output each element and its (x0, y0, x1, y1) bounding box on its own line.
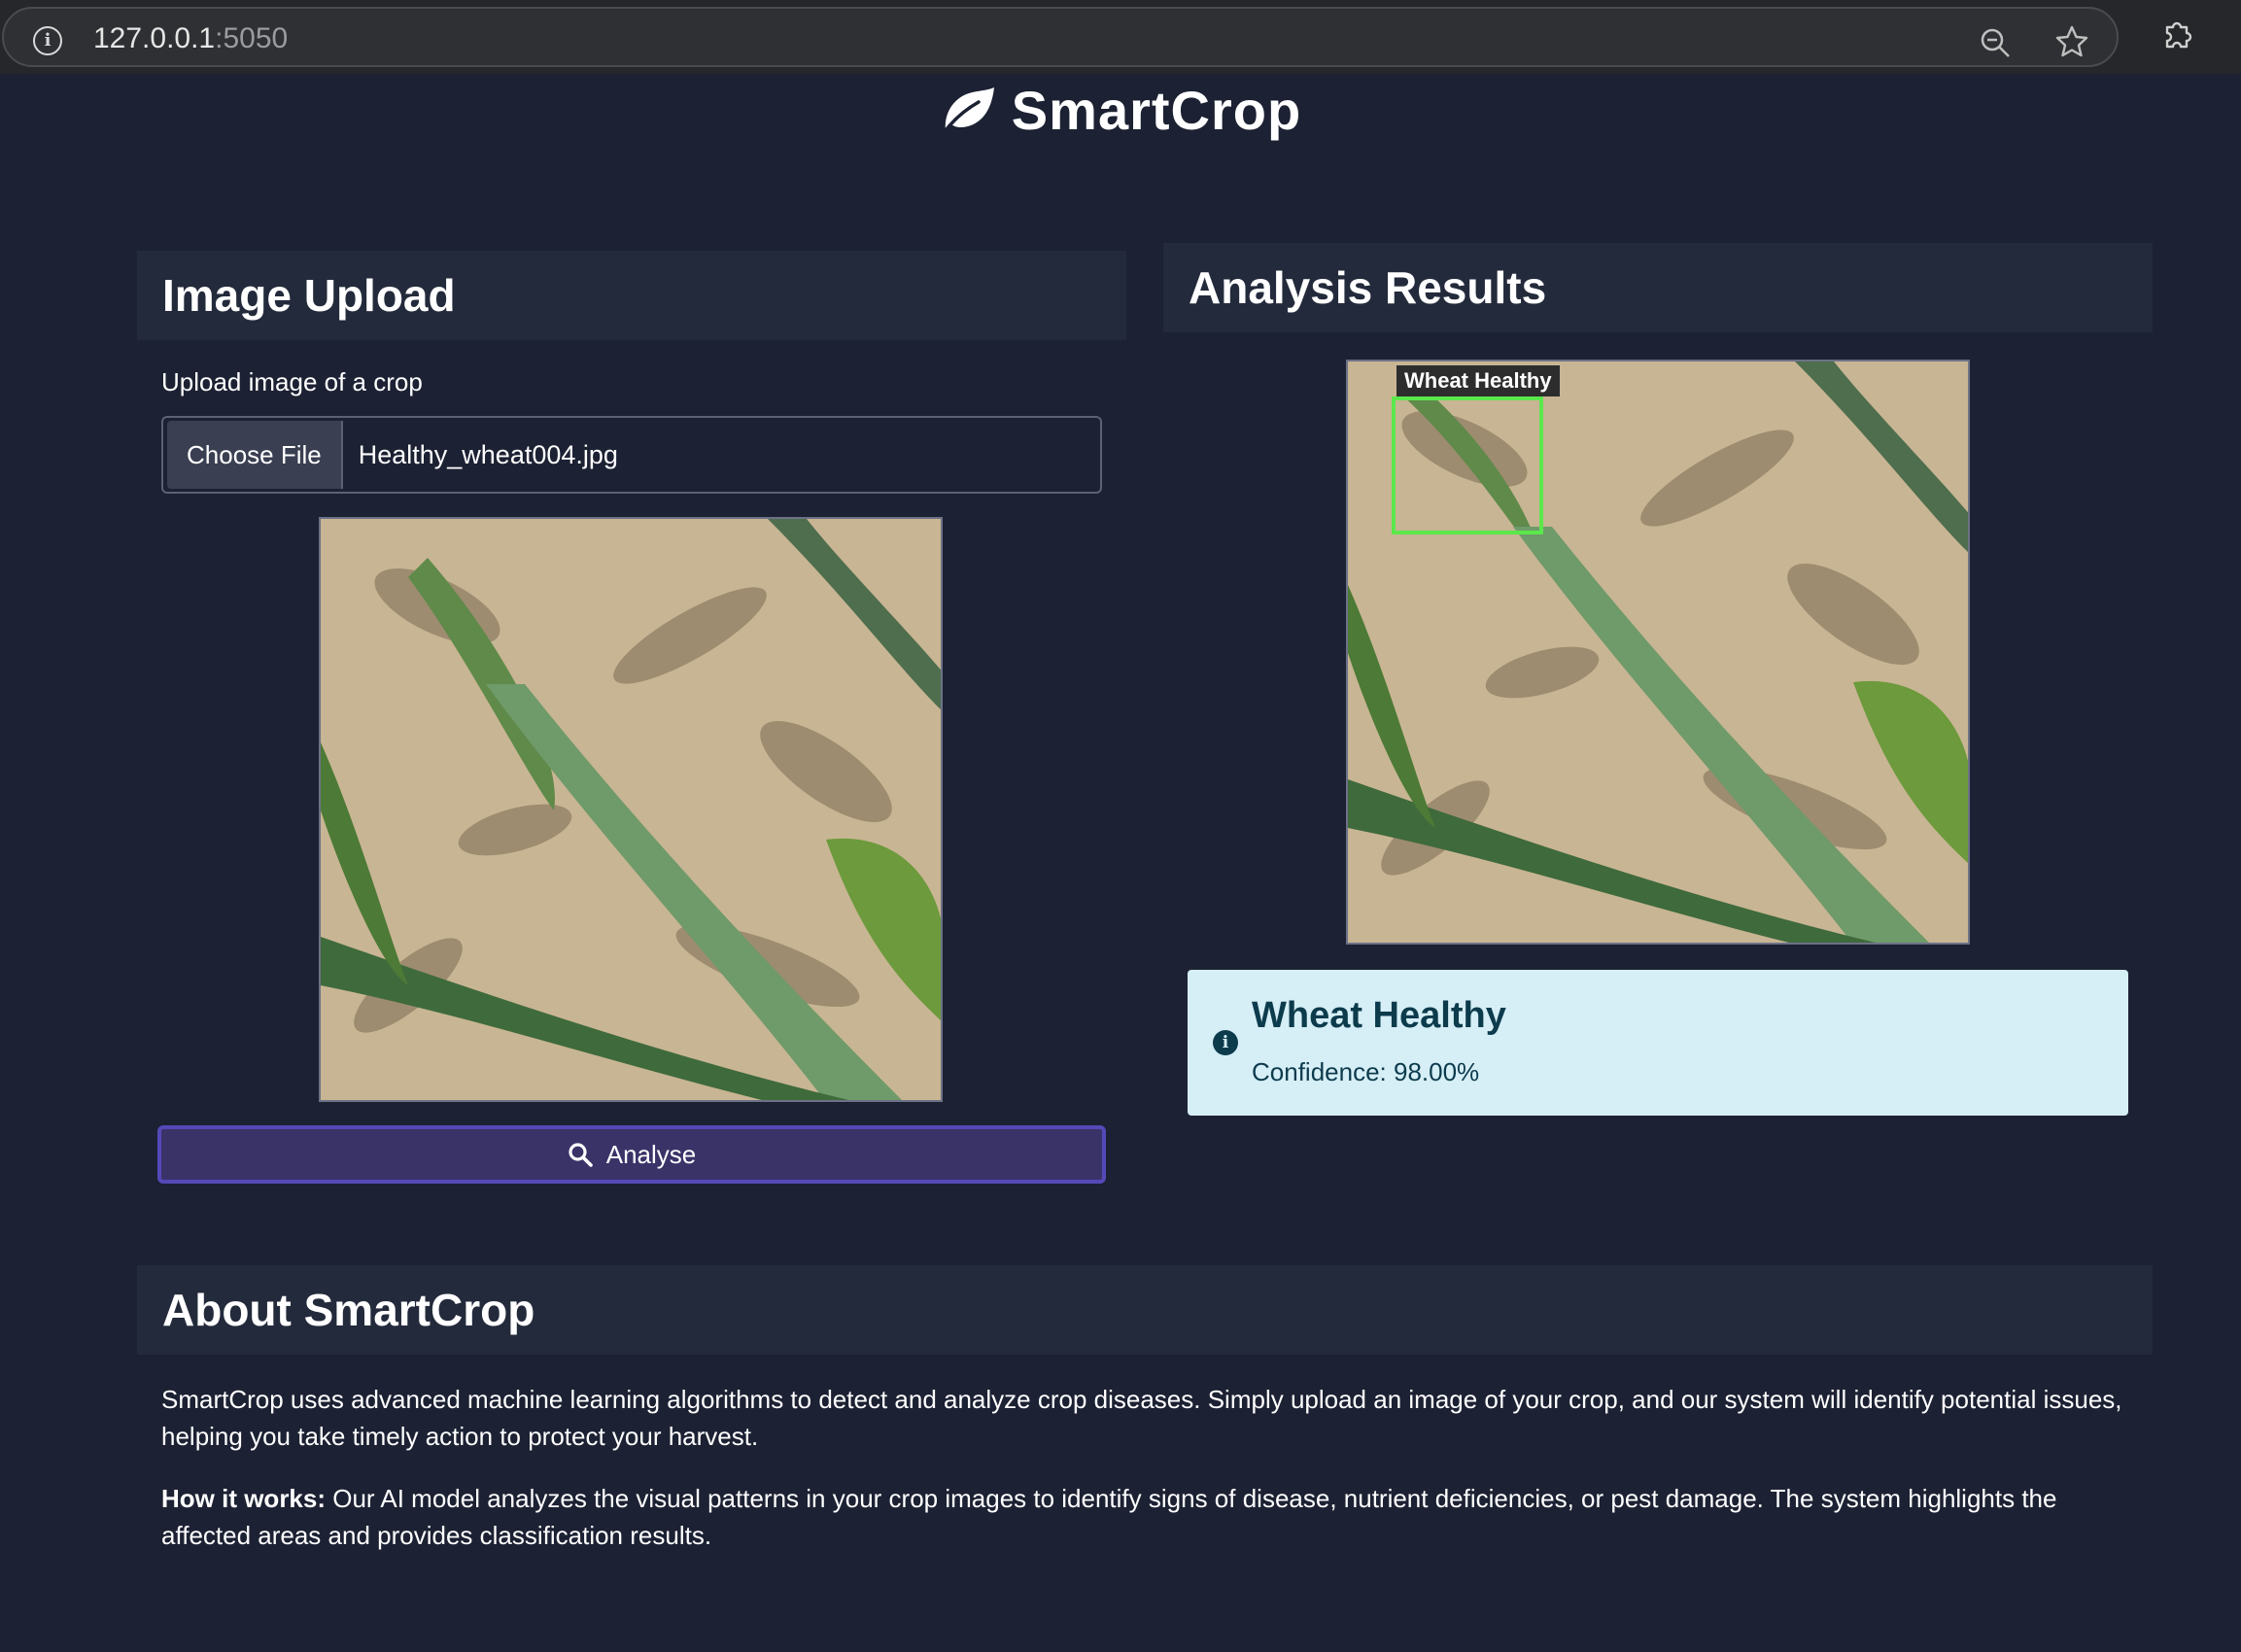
extensions-icon[interactable] (2159, 16, 2194, 51)
results-heading: Analysis Results (1189, 262, 1547, 313)
upload-label: Upload image of a crop (161, 367, 423, 396)
detection-bounding-box (1392, 396, 1543, 534)
upload-card-header: Image Upload (137, 251, 1126, 340)
file-name: Healthy_wheat004.jpg (358, 439, 618, 469)
about-heading: About SmartCrop (162, 1285, 535, 1335)
how-it-works-label: How it works: (161, 1484, 327, 1513)
file-input[interactable]: Choose File Healthy_wheat004.jpg (161, 416, 1102, 494)
url-text[interactable]: 127.0.0.1:5050 (93, 22, 288, 55)
leaf-icon (942, 87, 994, 135)
zoom-out-icon[interactable] (1979, 26, 2012, 59)
result-prediction: Wheat Healthy (1252, 995, 1506, 1036)
choose-file-button[interactable]: Choose File (167, 421, 343, 489)
info-icon[interactable]: i (33, 26, 62, 55)
analyse-button[interactable]: Analyse (157, 1125, 1106, 1184)
search-icon (569, 1143, 593, 1167)
uploaded-image-preview (319, 517, 943, 1102)
info-circle-icon: i (1213, 1030, 1238, 1055)
url-port: :5050 (215, 22, 289, 54)
result-confidence: Confidence: 98.00% (1252, 1057, 1480, 1086)
brand-header: SmartCrop (0, 74, 2241, 146)
address-bar[interactable]: i 127.0.0.1:5050 (2, 7, 2119, 67)
brand-title[interactable]: SmartCrop (1012, 79, 1301, 142)
result-alert: i Wheat Healthy Confidence: 98.00% (1188, 970, 2128, 1116)
browser-toolbar: i 127.0.0.1:5050 (0, 0, 2241, 74)
how-it-works-text: Our AI model analyzes the visual pattern… (161, 1484, 2057, 1550)
how-it-works-paragraph: How it works: Our AI model analyzes the … (161, 1480, 2134, 1554)
url-host: 127.0.0.1 (93, 22, 216, 54)
results-card-header: Analysis Results (1163, 243, 2153, 332)
analyse-label: Analyse (605, 1139, 697, 1169)
bookmark-star-icon[interactable] (2054, 24, 2089, 59)
about-paragraph: SmartCrop uses advanced machine learning… (161, 1385, 2122, 1451)
about-card-header: About SmartCrop (137, 1265, 2153, 1355)
upload-heading: Image Upload (162, 270, 456, 321)
detection-label: Wheat Healthy (1396, 365, 1560, 396)
